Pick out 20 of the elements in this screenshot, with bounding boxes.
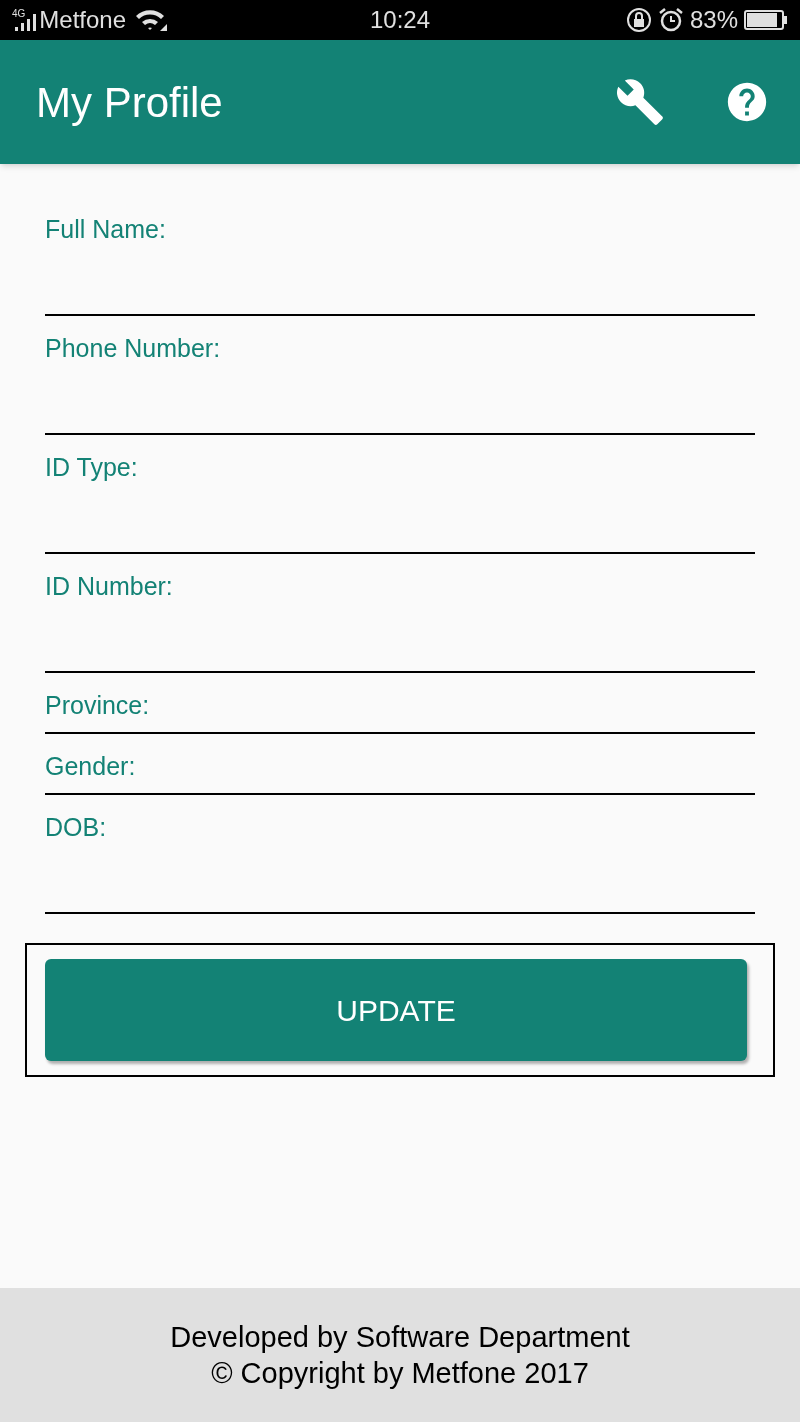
field-label: Phone Number:: [45, 333, 221, 363]
update-button[interactable]: UPDATE: [45, 959, 747, 1061]
screen-title: My Profile: [36, 77, 223, 128]
alarm-icon: [657, 7, 684, 33]
rotation-lock-icon: [625, 7, 652, 33]
field-label: DOB:: [45, 812, 107, 842]
footer-text: Developed by Software Department: [170, 1320, 630, 1355]
wifi-icon: [134, 8, 169, 32]
network-type: 4G: [12, 9, 26, 19]
field-label: Gender:: [45, 751, 136, 781]
battery-percentage: 83%: [689, 5, 738, 35]
wrench-icon[interactable]: [614, 77, 666, 127]
clock-time: 10:24: [370, 5, 431, 35]
field-label: ID Number:: [45, 571, 173, 601]
field-label: ID Type:: [45, 452, 138, 482]
footer-text: © Copyright by Metfone 2017: [211, 1356, 589, 1391]
field-label: Province:: [45, 690, 150, 720]
battery-icon: [744, 10, 788, 30]
carrier-name: Metfone: [39, 5, 127, 35]
field-label: Full Name:: [45, 214, 166, 244]
